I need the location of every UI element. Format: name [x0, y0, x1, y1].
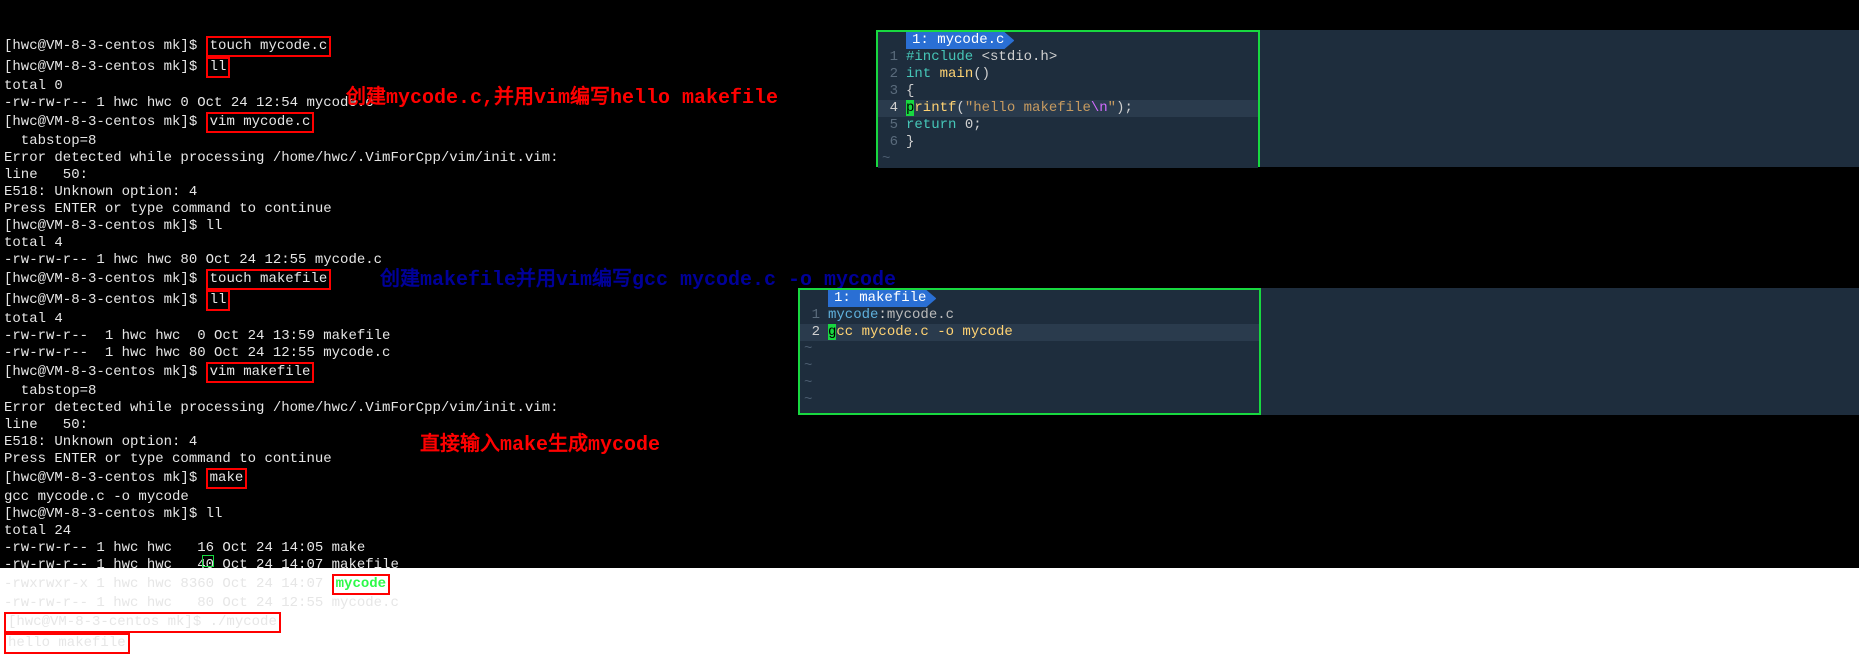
- annotation-1: 创建mycode.c,并用vim编写hello makefile: [346, 80, 778, 110]
- code-line: 2int main(): [878, 66, 1258, 83]
- editor-makefile-extra: [1261, 288, 1859, 415]
- vim-tilde: ~: [800, 358, 1259, 375]
- terminal-line: -rw-rw-r-- 1 hwc hwc 40 Oct 24 14:07 mak…: [4, 557, 1855, 574]
- terminal-line: Press ENTER or type command to continue: [4, 201, 1855, 218]
- editor-mycode-extra: [1260, 30, 1859, 167]
- terminal-line: -rw-rw-r-- 1 hwc hwc 80 Oct 24 12:55 myc…: [4, 252, 1855, 269]
- terminal-line: E518: Unknown option: 4: [4, 184, 1855, 201]
- terminal-line: gcc mycode.c -o mycode: [4, 489, 1855, 506]
- terminal-line: [hwc@VM-8-3-centos mk]$ touch makefile: [4, 269, 1855, 290]
- terminal-line: [hwc@VM-8-3-centos mk]$ ll: [4, 218, 1855, 235]
- terminal-line: E518: Unknown option: 4: [4, 434, 1855, 451]
- editor-makefile[interactable]: 1: makefile 1mycode:mycode.c2 gcc mycode…: [798, 288, 1261, 415]
- vim-tilde: ~: [800, 375, 1259, 392]
- terminal-line: [hwc@VM-8-3-centos mk]$ ./mycode: [4, 612, 1855, 633]
- vim-tilde: ~: [800, 341, 1259, 358]
- vim-tilde: ~: [800, 392, 1259, 409]
- terminal-line: -rwxrwxr-x 1 hwc hwc 8360 Oct 24 14:07 m…: [4, 574, 1855, 595]
- terminal-line: -rw-rw-r-- 1 hwc hwc 16 Oct 24 14:05 mak…: [4, 540, 1855, 557]
- terminal-line: [hwc@VM-8-3-centos mk]$ ll: [4, 506, 1855, 523]
- code-line: 3{: [878, 83, 1258, 100]
- cursor-indicator: [202, 555, 214, 567]
- terminal-line: hello makefile: [4, 633, 1855, 654]
- code-line: 2 gcc mycode.c -o mycode: [800, 324, 1259, 341]
- code-line: 4 printf("hello makefile\n");: [878, 100, 1258, 117]
- editor-tab-makefile[interactable]: 1: makefile: [828, 290, 936, 307]
- terminal-line: total 4: [4, 235, 1855, 252]
- terminal-line: Press ENTER or type command to continue: [4, 451, 1855, 468]
- terminal-line: line 50:: [4, 167, 1855, 184]
- code-line: 6}: [878, 134, 1258, 151]
- code-line: 1#include <stdio.h>: [878, 49, 1258, 66]
- vim-tilde: ~: [878, 151, 1258, 168]
- code-line: 5 return 0;: [878, 117, 1258, 134]
- terminal-line: line 50:: [4, 417, 1855, 434]
- terminal-line: -rw-rw-r-- 1 hwc hwc 80 Oct 24 12:55 myc…: [4, 595, 1855, 612]
- editor-tab-mycode[interactable]: 1: mycode.c: [906, 32, 1014, 49]
- terminal-line: [hwc@VM-8-3-centos mk]$ make: [4, 468, 1855, 489]
- editor-mycode[interactable]: 1: mycode.c 1#include <stdio.h>2int main…: [876, 30, 1260, 167]
- code-line: 1mycode:mycode.c: [800, 307, 1259, 324]
- annotation-3: 直接输入make生成mycode: [420, 427, 660, 457]
- terminal-line: total 24: [4, 523, 1855, 540]
